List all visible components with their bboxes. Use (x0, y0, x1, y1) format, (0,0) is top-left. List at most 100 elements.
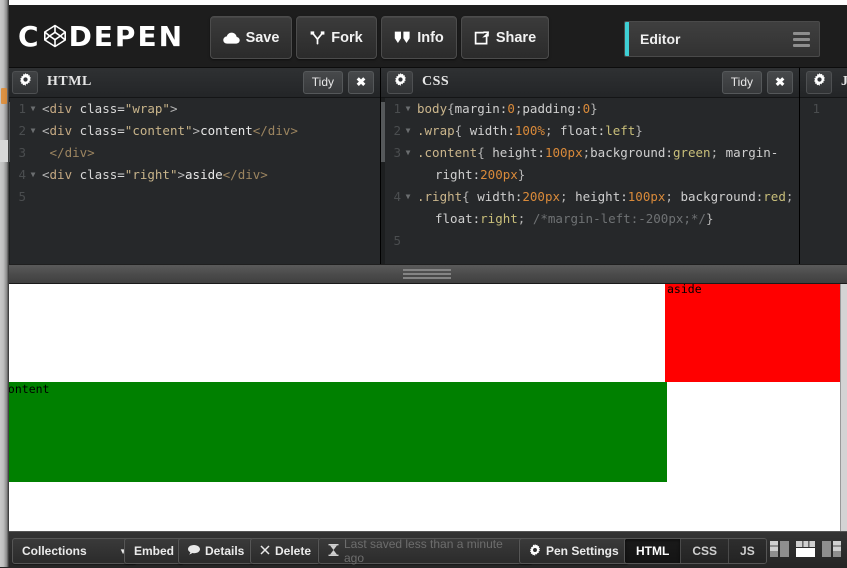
code-line: float:right; /*margin-left:-200px;*/} (381, 208, 799, 230)
layout-top-icon[interactable] (796, 539, 815, 559)
js-pane: JS 1 (800, 67, 847, 264)
collections-dropdown-button[interactable]: Collections ▼ (12, 538, 137, 564)
code-text: <div class="wrap"> (42, 101, 178, 116)
code-line: 1 ▼ body{margin:0;padding:0} (381, 98, 799, 120)
codepen-app: C DEPEN Save Fork Info Share Editor HTML… (0, 0, 847, 568)
embed-label: Embed (134, 544, 175, 558)
fold-triangle-icon[interactable]: ▼ (28, 120, 38, 142)
info-button-label: Info (417, 29, 444, 46)
pen-settings-label: Pen Settings (546, 544, 619, 558)
layout-left-icon[interactable] (770, 539, 789, 559)
share-button[interactable]: Share (461, 16, 549, 59)
js-settings-gear-button[interactable] (806, 70, 832, 94)
js-code-editor[interactable]: 1 (800, 98, 847, 264)
code-line: 2 ▼ <div class="content">content</div> (6, 120, 380, 142)
editor-dropdown-label: Editor (640, 31, 681, 47)
code-text: <div class="right">aside</div> (42, 167, 268, 182)
css-tidy-button[interactable]: Tidy (721, 70, 762, 94)
code-line: 2 ▼ .wrap{ width:100%; float:left} (381, 120, 799, 142)
preview-content-block: content (0, 382, 667, 482)
css-settings-gear-button[interactable] (387, 70, 413, 94)
details-label: Details (205, 544, 245, 558)
css-pane-header: CSS Tidy ✖ (381, 67, 799, 98)
code-text: .content{ height:100px;background:green;… (417, 145, 779, 160)
code-line: 3 </div> (6, 142, 380, 164)
css-pane-actions: Tidy ✖ (721, 70, 793, 94)
fork-button[interactable]: Fork (296, 16, 377, 59)
toggle-html[interactable]: HTML (625, 539, 682, 563)
html-pane-actions: Tidy ✖ (302, 70, 374, 94)
css-pane: CSS Tidy ✖ 1 ▼ body{margin:0;padding:0} 2 ▼.… (381, 67, 800, 264)
save-button[interactable]: Save (210, 16, 292, 59)
html-pane-title: HTML (47, 74, 92, 89)
preview-iframe[interactable]: aside content (0, 282, 847, 531)
code-text: float:right; /*margin-left:-200px;*/} (435, 211, 714, 226)
delete-label: Delete (275, 544, 312, 558)
codepen-logo-icon (42, 23, 68, 49)
html-pane-header: HTML Tidy ✖ (6, 67, 380, 98)
code-line: right:200px} (381, 164, 799, 186)
css-editor-scroll-thumb[interactable] (381, 102, 385, 162)
css-editor-scrollbar[interactable] (381, 98, 385, 264)
css-pane-title: CSS (422, 74, 450, 89)
code-line: 1 (800, 98, 847, 120)
layout-switcher (770, 539, 841, 559)
resize-grip-icon (402, 269, 451, 279)
info-icon (394, 31, 411, 44)
delete-button[interactable]: Delete (250, 538, 322, 564)
html-settings-gear-button[interactable] (12, 70, 38, 94)
logo-text-left: C (18, 19, 41, 53)
save-button-label: Save (245, 29, 280, 46)
preview-wrap-block: content (0, 382, 847, 482)
preview-scrollbar[interactable] (840, 282, 847, 531)
hourglass-icon (328, 543, 339, 559)
close-icon (260, 544, 270, 558)
fork-button-label: Fork (331, 29, 363, 46)
pen-settings-button[interactable]: Pen Settings (519, 538, 629, 564)
layout-right-icon[interactable] (822, 539, 841, 559)
toggle-css[interactable]: CSS (681, 539, 730, 563)
html-close-button[interactable]: ✖ (348, 70, 374, 94)
codepen-logo[interactable]: C DEPEN (18, 18, 184, 54)
browser-top-strip (9, 0, 847, 5)
share-icon (474, 30, 490, 45)
hamburger-icon[interactable] (784, 31, 819, 47)
code-line: 5 (6, 186, 380, 208)
embed-button[interactable]: Embed (124, 538, 185, 564)
line-number: 1 (812, 101, 820, 116)
code-line: 4 ▼ <div class="right">aside</div> (6, 164, 380, 186)
preview-aside-block: aside (665, 282, 847, 382)
collections-label: Collections (22, 544, 87, 558)
app-header: C DEPEN Save Fork Info Share Editor (6, 5, 847, 68)
css-close-button[interactable]: ✖ (767, 70, 793, 94)
fold-triangle-icon[interactable]: ▼ (28, 164, 38, 186)
details-button[interactable]: Details (178, 538, 255, 564)
fold-triangle-icon[interactable]: ▼ (28, 98, 38, 120)
fold-triangle-icon[interactable]: ▼ (403, 142, 413, 164)
html-pane: HTML Tidy ✖ 1 ▼ <div class="wrap"> 2 ▼ <div c… (6, 67, 381, 264)
browser-scroll-marker (0, 140, 8, 162)
toggle-js[interactable]: JS (729, 539, 766, 563)
gear-icon (529, 543, 541, 559)
code-text: .right{ width:200px; height:100px; backg… (417, 189, 794, 204)
js-pane-header: JS (800, 67, 847, 98)
js-pane-title: JS (841, 74, 847, 89)
fold-triangle-icon[interactable]: ▼ (403, 120, 413, 142)
gear-icon (19, 73, 32, 91)
code-text: body{margin:0;padding:0} (417, 101, 598, 116)
gear-icon (813, 73, 826, 91)
html-code-editor[interactable]: 1 ▼ <div class="wrap"> 2 ▼ <div class="conten… (6, 98, 380, 264)
editor-panes: HTML Tidy ✖ 1 ▼ <div class="wrap"> 2 ▼ <div c… (6, 67, 847, 264)
info-button[interactable]: Info (381, 16, 457, 59)
browser-chrome-edge (0, 0, 9, 567)
share-button-label: Share (495, 29, 537, 46)
editor-view-dropdown[interactable]: Editor (624, 21, 820, 57)
editor-preview-resize-handle[interactable] (6, 264, 847, 284)
comment-icon (188, 544, 200, 558)
code-text: right:200px} (435, 167, 526, 182)
editor-toggle-group: HTML CSS JS (624, 538, 767, 564)
fold-triangle-icon[interactable]: ▼ (403, 98, 413, 120)
fold-triangle-icon[interactable]: ▼ (403, 186, 413, 208)
html-tidy-button[interactable]: Tidy (302, 70, 343, 94)
css-code-editor[interactable]: 1 ▼ body{margin:0;padding:0} 2 ▼ .wrap{ width… (381, 98, 799, 264)
